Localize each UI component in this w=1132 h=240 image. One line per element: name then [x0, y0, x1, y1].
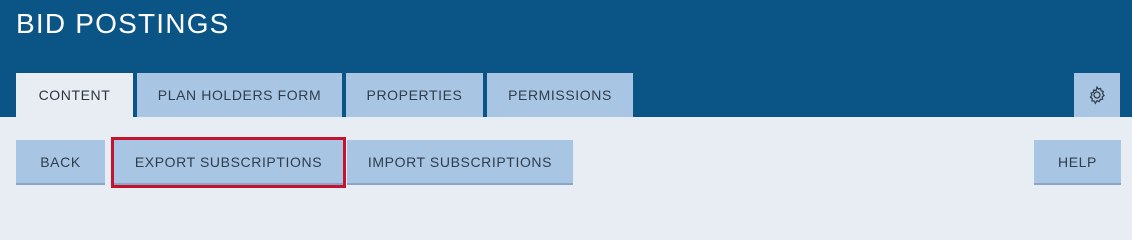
- help-button-label: HELP: [1058, 153, 1097, 170]
- settings-button[interactable]: [1074, 73, 1120, 117]
- tab-permissions-label: PERMISSIONS: [508, 87, 612, 103]
- page-title: BID POSTINGS: [16, 8, 230, 39]
- export-subscriptions-label: EXPORT SUBSCRIPTIONS: [134, 153, 323, 170]
- import-subscriptions-button[interactable]: IMPORT SUBSCRIPTIONS: [347, 140, 573, 185]
- tab-content[interactable]: CONTENT: [16, 73, 133, 117]
- back-button[interactable]: BACK: [16, 140, 105, 185]
- tab-plan-holders-form-label: PLAN HOLDERS FORM: [157, 87, 322, 103]
- tab-plan-holders-form[interactable]: PLAN HOLDERS FORM: [137, 73, 342, 117]
- tab-content-label: CONTENT: [38, 87, 111, 103]
- export-subscriptions-button[interactable]: EXPORT SUBSCRIPTIONS: [111, 137, 346, 188]
- page-header: BID POSTINGS CONTENT PLAN HOLDERS FORM P…: [0, 0, 1132, 117]
- tab-properties-label: PROPERTIES: [366, 87, 463, 103]
- back-button-label: BACK: [40, 153, 81, 170]
- tab-properties[interactable]: PROPERTIES: [346, 73, 483, 117]
- gear-icon: [1089, 85, 1105, 105]
- help-button[interactable]: HELP: [1034, 140, 1121, 185]
- import-subscriptions-label: IMPORT SUBSCRIPTIONS: [367, 153, 553, 170]
- tab-permissions[interactable]: PERMISSIONS: [487, 73, 633, 117]
